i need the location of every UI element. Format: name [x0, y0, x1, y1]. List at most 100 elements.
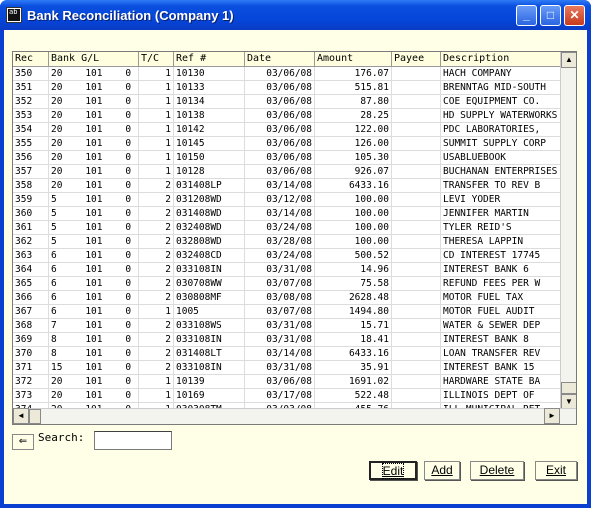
cell-desc: INTEREST BANK 6 — [443, 264, 529, 275]
cell-desc: BUCHANAN ENTERPRISES — [443, 166, 558, 177]
cell-date: 03/06/08 — [245, 95, 315, 108]
table-row[interactable]: 366 6 101 0 2 030808MF 03/08/08 2628.48 MOTOR … — [13, 291, 561, 305]
grid-header: Rec Bank G/L T/C Ref # Date Amount Payee… — [13, 52, 561, 67]
cell-date: 03/14/08 — [245, 207, 315, 220]
cell-amount: 18.41 — [315, 333, 392, 346]
app-icon[interactable]: ab — [6, 7, 22, 23]
table-row[interactable]: 373 20 101 0 1 10169 03/17/08 522.48 ILLINOIS … — [13, 389, 561, 403]
cell-amount: 122.00 — [315, 123, 392, 136]
table-row[interactable]: 371 15 101 0 2 033108IN 03/31/08 35.91 INTERES… — [13, 361, 561, 375]
cell-payee — [392, 375, 441, 388]
minimize-button[interactable]: _ — [516, 5, 537, 26]
cell-amount: 100.00 — [315, 235, 392, 248]
table-row[interactable]: 365 6 101 0 2 030708WW 03/07/08 75.58 REFUND F… — [13, 277, 561, 291]
table-row[interactable]: 357 20 101 0 1 10128 03/06/08 926.07 BUCHANAN … — [13, 165, 561, 179]
cell-rec: 371 — [13, 361, 49, 374]
edit-button[interactable]: Edit — [369, 461, 417, 480]
cell-amount: 100.00 — [315, 221, 392, 234]
table-row[interactable]: 362 5 101 0 2 032808WD 03/28/08 100.00 THERESA… — [13, 235, 561, 249]
transactions-grid[interactable]: Rec Bank G/L T/C Ref # Date Amount Payee… — [12, 51, 577, 425]
cell-payee — [392, 277, 441, 290]
col-payee[interactable]: Payee — [392, 52, 441, 66]
table-row[interactable]: 355 20 101 0 1 10145 03/06/08 126.00 SUMMIT SU… — [13, 137, 561, 151]
table-row[interactable]: 358 20 101 0 2 031408LP 03/14/08 6433.16 TRANS… — [13, 179, 561, 193]
cell-rec: 359 — [13, 193, 49, 206]
search-input[interactable] — [94, 431, 172, 450]
horizontal-scroll-thumb[interactable] — [29, 409, 41, 424]
horizontal-scrollbar[interactable]: ◄ ► — [13, 408, 576, 424]
cell-rec: 358 — [13, 179, 49, 192]
cell-ref: 032408WD — [174, 221, 245, 234]
cell-tc: 2 — [139, 249, 174, 262]
cell-ref: 10134 — [174, 95, 245, 108]
cell-amount: 87.80 — [315, 95, 392, 108]
cell-rec: 355 — [13, 137, 49, 150]
cell-bank: 6 101 0 — [49, 277, 139, 290]
cell-payee — [392, 193, 441, 206]
cell-desc: JENNIFER MARTIN — [443, 208, 529, 219]
cell-payee — [392, 291, 441, 304]
col-rec[interactable]: Rec — [13, 52, 49, 66]
cell-desc: INTEREST BANK 15 — [443, 362, 535, 373]
cell-desc: WATER & SEWER DEP — [443, 320, 541, 331]
cell-ref: 10138 — [174, 109, 245, 122]
cell-date: 03/08/08 — [245, 291, 315, 304]
table-row[interactable]: 367 6 101 0 1 1005 03/07/08 1494.80 MOTOR FUEL… — [13, 305, 561, 319]
col-date[interactable]: Date — [245, 52, 315, 66]
table-row[interactable]: 360 5 101 0 2 031408WD 03/14/08 100.00 JENNIFE… — [13, 207, 561, 221]
cell-rec: 373 — [13, 389, 49, 402]
cell-date: 03/06/08 — [245, 375, 315, 388]
cell-payee — [392, 389, 441, 402]
table-row[interactable]: 363 6 101 0 2 032408CD 03/24/08 500.52 CD INTE… — [13, 249, 561, 263]
table-row[interactable]: 354 20 101 0 1 10142 03/06/08 122.00 PDC LABOR… — [13, 123, 561, 137]
search-icon[interactable]: ⇐ — [12, 434, 34, 450]
cell-bank: 5 101 0 — [49, 221, 139, 234]
vertical-scrollbar[interactable]: ▲ ▼ — [560, 52, 576, 410]
title-bar[interactable]: ab Bank Reconciliation (Company 1) _ □ ✕ — [0, 0, 591, 30]
cell-bank: 20 101 0 — [49, 179, 139, 192]
table-row[interactable]: 350 20 101 0 1 10130 03/06/08 176.07 HACH COMP… — [13, 67, 561, 81]
cell-ref: 031408WD — [174, 207, 245, 220]
cell-desc: REFUND FEES PER W — [443, 278, 541, 289]
cell-amount: 6433.16 — [315, 179, 392, 192]
cell-date: 03/12/08 — [245, 193, 315, 206]
table-row[interactable]: 372 20 101 0 1 10139 03/06/08 1691.02 HARDWARE… — [13, 375, 561, 389]
table-row[interactable]: 361 5 101 0 2 032408WD 03/24/08 100.00 TYLER R… — [13, 221, 561, 235]
exit-button[interactable]: Exit — [535, 461, 577, 480]
scroll-right-icon[interactable]: ► — [544, 408, 560, 424]
col-description[interactable]: Description — [441, 52, 561, 66]
table-row[interactable]: 356 20 101 0 1 10150 03/06/08 105.30 USABLUEBO… — [13, 151, 561, 165]
scroll-left-icon[interactable]: ◄ — [13, 408, 29, 424]
table-row[interactable]: 359 5 101 0 2 031208WD 03/12/08 100.00 LEVI YO… — [13, 193, 561, 207]
col-amount[interactable]: Amount — [315, 52, 392, 66]
table-row[interactable]: 370 8 101 0 2 031408LT 03/14/08 6433.16 LOAN T… — [13, 347, 561, 361]
cell-bank: 20 101 0 — [49, 389, 139, 402]
cell-ref: 10133 — [174, 81, 245, 94]
col-bank-gl[interactable]: Bank G/L — [49, 52, 139, 66]
cell-tc: 1 — [139, 165, 174, 178]
vertical-scroll-thumb[interactable] — [561, 382, 576, 394]
cell-desc: TYLER REID'S — [443, 222, 512, 233]
col-ref[interactable]: Ref # — [174, 52, 245, 66]
cell-rec: 365 — [13, 277, 49, 290]
close-button[interactable]: ✕ — [564, 5, 585, 26]
cell-amount: 176.07 — [315, 67, 392, 80]
table-row[interactable]: 351 20 101 0 1 10133 03/06/08 515.81 BRENNTAG … — [13, 81, 561, 95]
col-tc[interactable]: T/C — [139, 52, 174, 66]
cell-date: 03/24/08 — [245, 221, 315, 234]
add-button[interactable]: Add — [424, 461, 460, 480]
table-row[interactable]: 364 6 101 0 2 033108IN 03/31/08 14.96 INTEREST… — [13, 263, 561, 277]
cell-desc: LOAN TRANSFER REV — [443, 348, 541, 359]
cell-ref: 10139 — [174, 375, 245, 388]
table-row[interactable]: 368 7 101 0 2 033108WS 03/31/08 15.71 WATER & … — [13, 319, 561, 333]
cell-tc: 1 — [139, 109, 174, 122]
scroll-up-icon[interactable]: ▲ — [561, 52, 576, 68]
cell-desc: USABLUEBOOK — [443, 152, 506, 163]
cell-ref: 032408CD — [174, 249, 245, 262]
cell-tc: 2 — [139, 221, 174, 234]
table-row[interactable]: 369 8 101 0 2 033108IN 03/31/08 18.41 INTEREST… — [13, 333, 561, 347]
table-row[interactable]: 353 20 101 0 1 10138 03/06/08 28.25 HD SUPPLY … — [13, 109, 561, 123]
delete-button[interactable]: Delete — [470, 461, 524, 480]
table-row[interactable]: 352 20 101 0 1 10134 03/06/08 87.80 COE EQUIPM… — [13, 95, 561, 109]
maximize-button[interactable]: □ — [540, 5, 561, 26]
